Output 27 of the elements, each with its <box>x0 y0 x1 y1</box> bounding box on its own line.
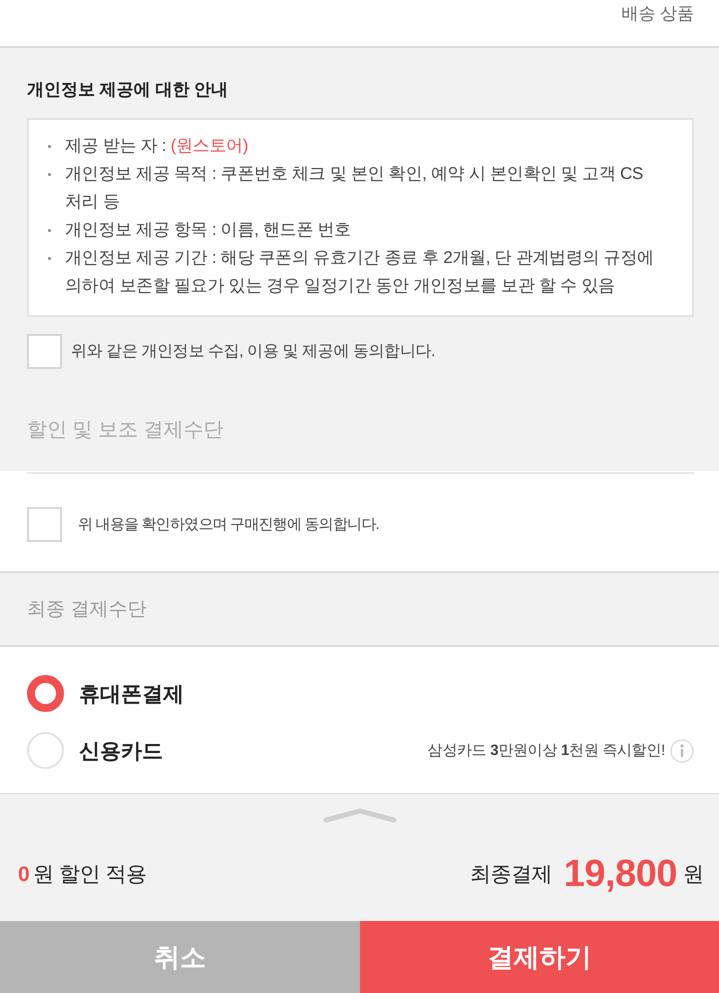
info-icon[interactable] <box>670 738 694 762</box>
section-title: 최종 결제수단 <box>27 598 146 622</box>
consent-label: 위 내용을 확인하였으며 구매진행에 동의합니다. <box>78 515 379 534</box>
payment-option-label[interactable]: 휴대폰결제 <box>79 680 184 708</box>
bullet-icon <box>48 173 51 176</box>
notice-item: 개인정보 제공 기간 : 해당 쿠폰의 유효기간 종료 후 2개월, 단 관계법령의 규정에 의하여 보존할 필요가 있는 경우 일정기간 동안 개인정보를 보관 할 수 있음 <box>65 247 655 297</box>
chevron-up-icon[interactable] <box>322 808 398 824</box>
radio-button[interactable] <box>27 675 64 712</box>
bullet-icon <box>48 229 51 232</box>
bullet-icon <box>48 257 51 260</box>
section-title: 개인정보 제공에 대한 안내 <box>27 79 228 101</box>
notice-item: 제공 받는 자 : (원스토어) <box>65 135 248 157</box>
pay-button[interactable]: 결제하기 <box>360 921 719 993</box>
promo-text: 삼성카드 3만원이상 1천원 즉시할인! <box>428 741 665 760</box>
checkbox[interactable] <box>27 334 62 369</box>
checkbox[interactable] <box>27 507 62 542</box>
discount-summary: 0 원 할인 적용 <box>18 862 146 888</box>
section-title: 할인 및 보조 결제수단 <box>27 418 224 443</box>
total-label: 최종결제 <box>470 862 552 888</box>
total-amount: 19,800 <box>564 852 677 896</box>
payment-option-label[interactable]: 신용카드 <box>79 736 163 764</box>
bullet-icon <box>48 145 51 148</box>
notice-item: 개인정보 제공 목적 : 쿠폰번호 체크 및 본인 확인, 예약 시 본인확인 및 고객 CS 처리 등 <box>65 163 644 213</box>
delivery-product-label: 배송 상품 <box>621 3 694 25</box>
currency-label: 원 <box>683 862 704 888</box>
consent-label: 위와 같은 개인정보 수집, 이용 및 제공에 동의합니다. <box>71 342 436 362</box>
notice-item: 개인정보 제공 항목 : 이름, 핸드폰 번호 <box>65 219 351 241</box>
